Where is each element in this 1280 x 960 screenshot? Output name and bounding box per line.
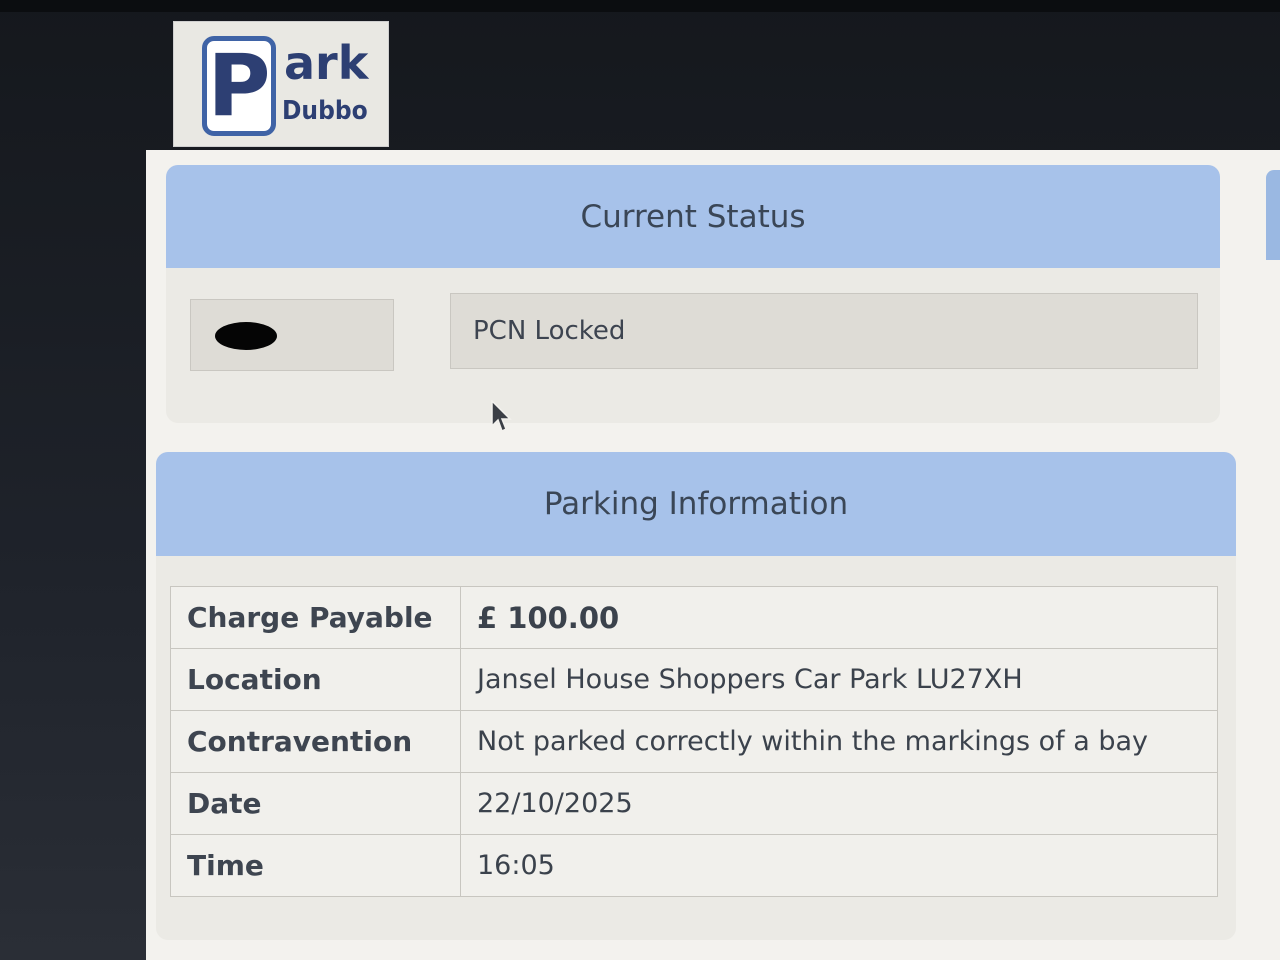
parking-information-card: Parking Information Charge Payable £ 100… bbox=[156, 452, 1236, 940]
time-value: 16:05 bbox=[460, 834, 1218, 897]
table-row-location: Location Jansel House Shoppers Car Park … bbox=[170, 648, 1218, 711]
parking-info-table: Charge Payable £ 100.00 Location Jansel … bbox=[170, 586, 1218, 897]
mouse-cursor-icon bbox=[491, 400, 512, 433]
top-strip bbox=[0, 0, 1280, 12]
contravention-label: Contravention bbox=[170, 710, 461, 773]
date-label: Date bbox=[170, 772, 461, 835]
screen-background: P ark Dubbo Current Status PCN Locked Pa… bbox=[0, 0, 1280, 960]
table-row-contravention: Contravention Not parked correctly withi… bbox=[170, 710, 1218, 773]
table-row-charge: Charge Payable £ 100.00 bbox=[170, 586, 1218, 649]
logo-ark-text: ark bbox=[284, 36, 369, 90]
logo-p-box: P bbox=[202, 36, 276, 136]
contravention-value: Not parked correctly within the markings… bbox=[460, 710, 1218, 773]
charge-label: Charge Payable bbox=[170, 586, 461, 649]
location-value: Jansel House Shoppers Car Park LU27XH bbox=[460, 648, 1218, 711]
charge-value: £ 100.00 bbox=[460, 586, 1218, 649]
parking-information-title: Parking Information bbox=[156, 452, 1236, 556]
current-status-card: Current Status PCN Locked bbox=[166, 165, 1220, 423]
table-row-time: Time 16:05 bbox=[170, 834, 1218, 897]
time-label: Time bbox=[170, 834, 461, 897]
current-status-title: Current Status bbox=[166, 165, 1220, 268]
logo-dubbo-text: Dubbo bbox=[282, 96, 368, 126]
location-label: Location bbox=[170, 648, 461, 711]
vehicle-registration-field bbox=[190, 299, 394, 371]
adjacent-card-edge bbox=[1266, 170, 1280, 260]
date-value: 22/10/2025 bbox=[460, 772, 1218, 835]
park-dubbo-logo[interactable]: P ark Dubbo bbox=[174, 22, 388, 146]
redaction-mark bbox=[215, 322, 277, 350]
table-row-date: Date 22/10/2025 bbox=[170, 772, 1218, 835]
logo-p-letter: P bbox=[207, 36, 271, 136]
status-value-field: PCN Locked bbox=[450, 293, 1198, 369]
